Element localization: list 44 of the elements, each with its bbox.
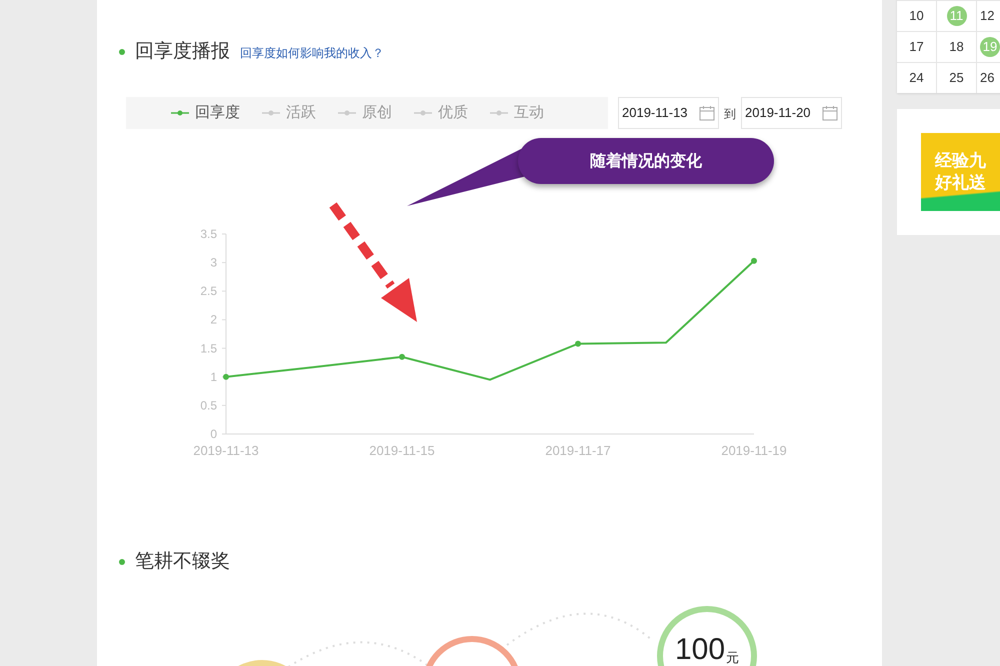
data-point [751, 258, 757, 264]
x-tick-label: 2019-11-19 [721, 443, 787, 458]
y-tick-label: 2.5 [200, 284, 217, 298]
bullet-icon [119, 49, 125, 56]
x-tick-label: 2019-11-13 [193, 443, 259, 458]
calendar-day[interactable]: 26 [980, 68, 994, 88]
banner-text: 好礼送 [935, 172, 987, 194]
data-point [399, 354, 405, 360]
section-title: 回享度播报 [135, 40, 230, 64]
help-link[interactable]: 回享度如何影响我的收入？ [240, 44, 384, 62]
banner-text: 经验九 [935, 150, 987, 172]
y-tick-label: 2 [210, 312, 217, 327]
y-tick-label: 3 [210, 256, 217, 270]
calendar-icon[interactable] [822, 105, 838, 121]
date-field[interactable]: 2019-11-20 [741, 97, 842, 129]
reward-amount: 100 [674, 634, 726, 666]
callout-bubble: 随着情况的变化 [518, 138, 774, 184]
bullet-icon [119, 559, 125, 566]
y-tick-label: 0.5 [200, 398, 217, 412]
x-tick-label: 2019-11-15 [369, 443, 435, 458]
y-tick-label: 1.5 [200, 341, 217, 356]
y-tick-label: 3.5 [200, 227, 217, 241]
line-marker-icon [171, 110, 189, 116]
line-marker-icon [490, 110, 508, 116]
line-marker-icon [414, 110, 432, 116]
x-tick-label: 2019-11-17 [545, 443, 611, 458]
section-title: 笔耕不辍奖 [135, 550, 230, 574]
line-marker-icon [262, 110, 280, 116]
data-point [223, 374, 229, 380]
calendar-day[interactable]: 18 [949, 37, 964, 57]
calendar-day[interactable]: 24 [909, 68, 924, 88]
calendar-day[interactable]: 10 [909, 6, 924, 26]
date-field[interactable]: 2019-11-13 [618, 97, 719, 129]
y-tick-label: 0 [210, 427, 217, 441]
calendar-day[interactable]: 17 [909, 37, 924, 57]
line-marker-icon [338, 110, 356, 116]
calendar-day[interactable]: 25 [949, 68, 964, 88]
calendar-icon[interactable] [699, 105, 715, 121]
range-separator: 到 [724, 106, 736, 123]
data-point [575, 340, 581, 347]
legend-item[interactable]: 回享度 [171, 102, 240, 124]
y-tick-label: 1 [210, 370, 217, 384]
calendar-day[interactable]: 12 [980, 6, 994, 26]
reward-unit: 元 [726, 649, 740, 666]
